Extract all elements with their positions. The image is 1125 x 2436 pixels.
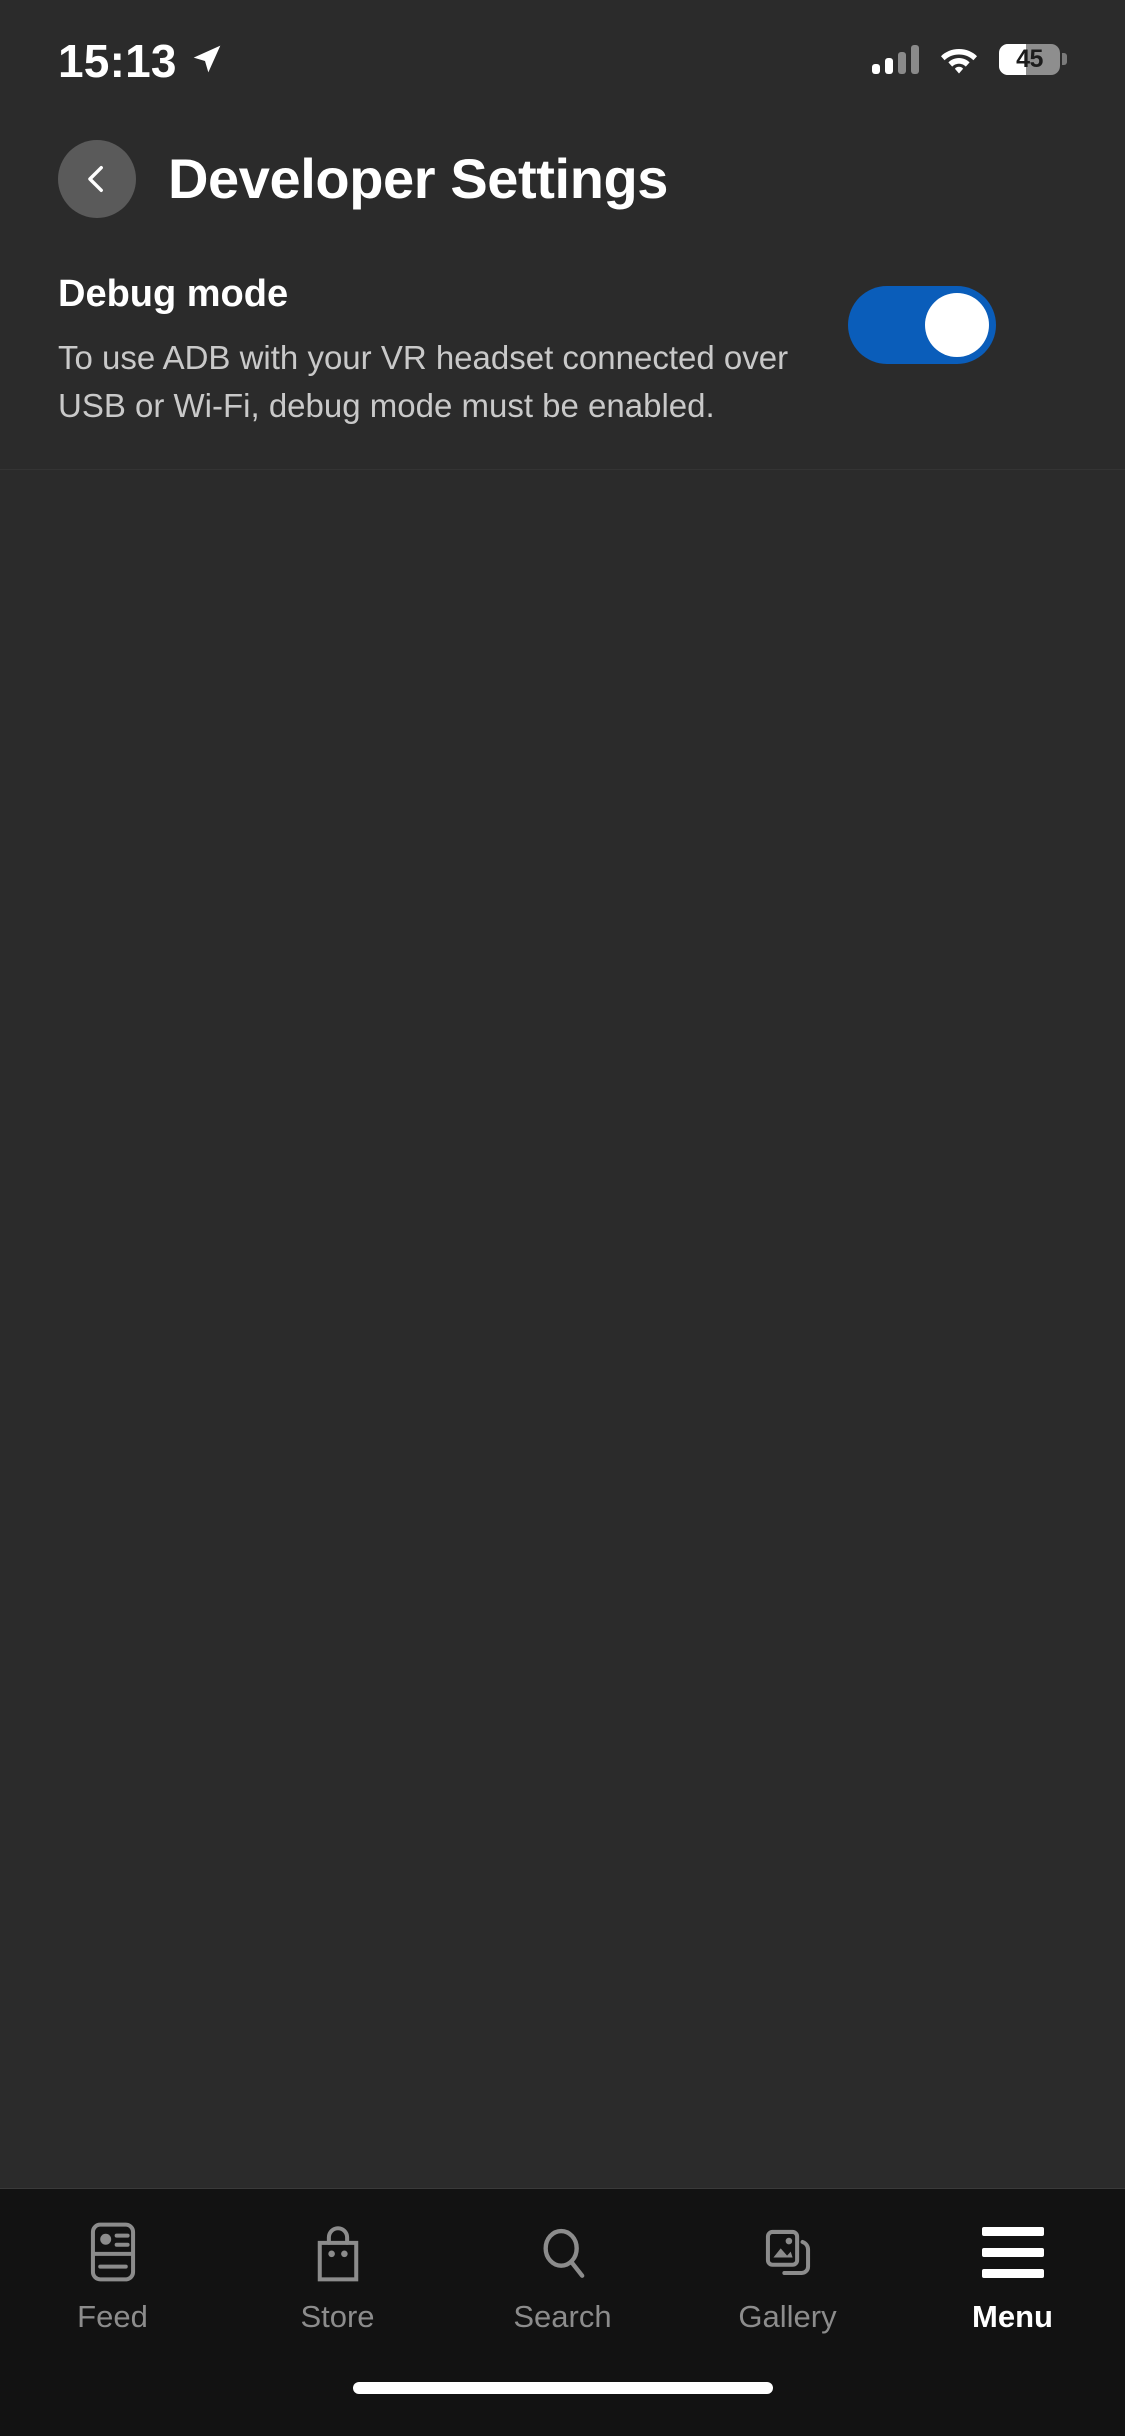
home-indicator[interactable] xyxy=(352,2382,773,2394)
chevron-left-icon xyxy=(80,162,114,196)
status-bar-left: 15:13 xyxy=(58,34,223,84)
nav-label-feed: Feed xyxy=(77,2299,148,2334)
toggle-knob xyxy=(925,293,989,357)
page-header: Developer Settings xyxy=(0,118,1125,246)
bottom-navigation-bar: Feed Store Search Gallery Menu xyxy=(0,2188,1125,2340)
hamburger-menu-icon xyxy=(981,2219,1044,2285)
nav-item-gallery[interactable]: Gallery xyxy=(675,2219,900,2340)
nav-label-menu: Menu xyxy=(972,2299,1053,2334)
cellular-signal-icon xyxy=(872,44,919,74)
nav-label-store: Store xyxy=(300,2299,375,2334)
battery-percent-label: 45 xyxy=(1016,44,1043,73)
nav-item-store[interactable]: Store xyxy=(225,2219,450,2340)
setting-title-debug-mode: Debug mode xyxy=(58,273,289,315)
nav-item-feed[interactable]: Feed xyxy=(0,2219,225,2340)
magnifier-icon xyxy=(534,2219,592,2285)
nav-label-gallery: Gallery xyxy=(738,2299,837,2334)
status-time: 15:13 xyxy=(58,35,177,87)
nav-item-search[interactable]: Search xyxy=(450,2219,675,2340)
page-title: Developer Settings xyxy=(168,146,669,210)
location-arrow-icon xyxy=(191,43,223,75)
shopping-bag-icon xyxy=(309,2219,367,2285)
setting-description-debug-mode: To use ADB with your VR headset connecte… xyxy=(58,338,789,425)
status-bar: 15:13 45 xyxy=(0,0,1125,118)
setting-row-debug-mode[interactable]: Debug mode To use ADB with your VR heads… xyxy=(0,246,1125,471)
debug-mode-toggle[interactable] xyxy=(848,286,996,364)
battery-icon: 45 xyxy=(999,43,1067,76)
home-indicator-area xyxy=(0,2340,1125,2436)
setting-text-block: Debug mode To use ADB with your VR heads… xyxy=(58,272,848,431)
back-button[interactable] xyxy=(58,140,136,218)
wifi-icon xyxy=(939,44,979,74)
nav-item-menu[interactable]: Menu xyxy=(900,2219,1125,2340)
images-icon xyxy=(759,2219,817,2285)
content-area xyxy=(0,470,1125,2188)
status-bar-right: 45 xyxy=(872,43,1067,76)
nav-label-search: Search xyxy=(513,2299,612,2334)
toggle-wrapper xyxy=(848,272,996,364)
app-root: 15:13 45 Developer Settings Debug mode T… xyxy=(0,0,1125,2436)
feed-card-icon xyxy=(84,2219,142,2285)
